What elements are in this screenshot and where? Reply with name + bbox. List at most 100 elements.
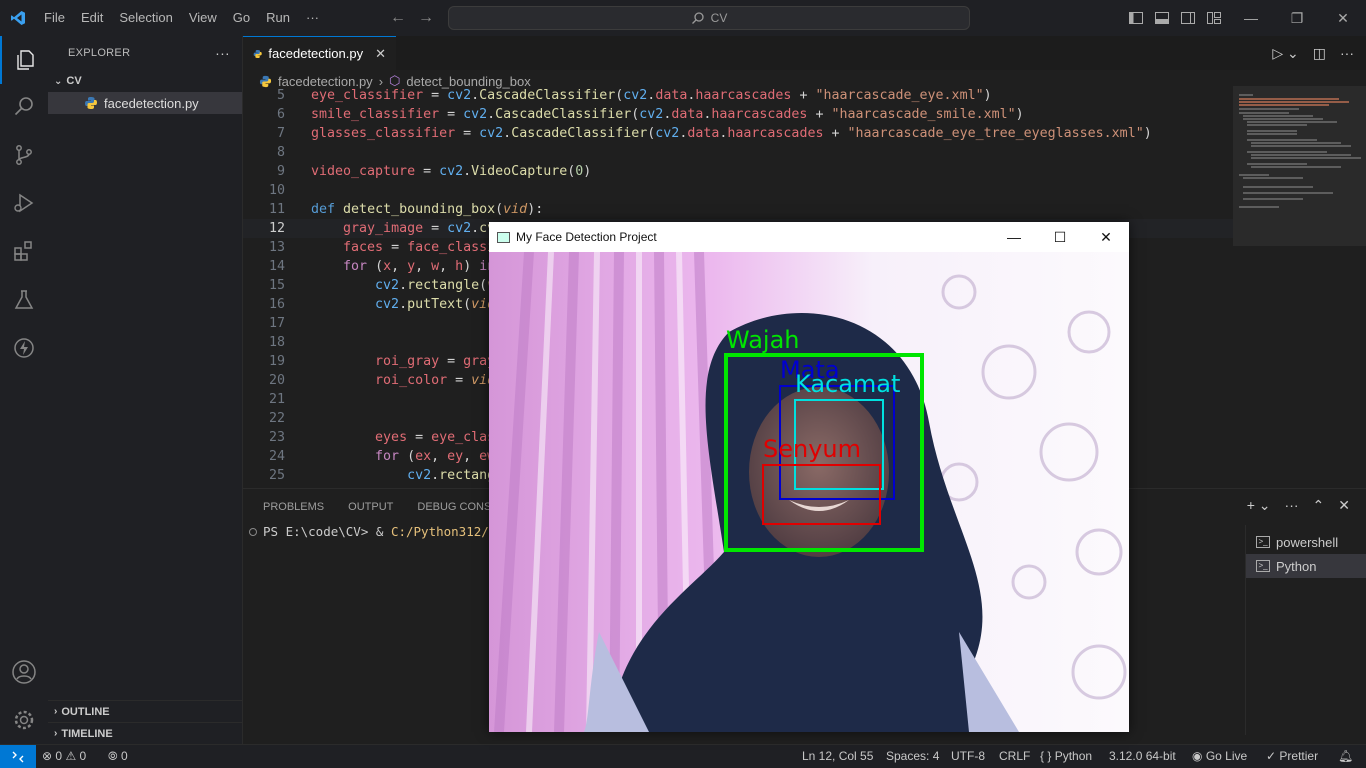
opencv-window-titlebar[interactable]: My Face Detection Project — ☐ ✕ bbox=[489, 222, 1129, 252]
terminal-powershell[interactable]: >_ powershell bbox=[1246, 530, 1366, 554]
opencv-window[interactable]: My Face Detection Project — ☐ ✕ Wajah Ma… bbox=[489, 222, 1129, 732]
tab-output[interactable]: OUTPUT bbox=[348, 501, 393, 513]
menu-file[interactable]: File bbox=[36, 0, 73, 36]
command-center-search[interactable]: CV bbox=[448, 6, 970, 30]
end-of-line[interactable]: CRLF bbox=[999, 745, 1030, 768]
code-line[interactable]: 8 bbox=[243, 143, 1233, 162]
restore-icon[interactable]: ❐ bbox=[1274, 0, 1320, 36]
toggle-secondary-sidebar-icon[interactable] bbox=[1180, 10, 1196, 26]
tab-problems[interactable]: PROBLEMS bbox=[263, 501, 324, 513]
terminal-icon: >_ bbox=[1256, 560, 1270, 572]
line-number: 6 bbox=[276, 107, 285, 122]
tab-facedetection[interactable]: facedetection.py ✕ bbox=[243, 36, 396, 70]
problems-status[interactable]: ⊗ 0 ⚠ 0 bbox=[42, 745, 86, 768]
line-text: smile_classifier = cv2.CascadeClassifier… bbox=[311, 107, 1024, 122]
indentation[interactable]: Spaces: 4 bbox=[886, 745, 939, 768]
cursor-position[interactable]: Ln 12, Col 55 bbox=[802, 745, 873, 768]
file-facedetection[interactable]: facedetection.py bbox=[48, 92, 242, 114]
close-window-icon[interactable]: ✕ bbox=[1320, 0, 1366, 36]
customize-layout-icon[interactable] bbox=[1206, 10, 1222, 26]
title-bar: File Edit Selection View Go Run ··· ← → … bbox=[0, 0, 1366, 36]
line-number: 9 bbox=[276, 164, 285, 179]
menu-edit[interactable]: Edit bbox=[73, 0, 111, 36]
remote-indicator-icon[interactable] bbox=[0, 745, 36, 768]
line-number: 25 bbox=[268, 468, 285, 483]
explorer-title: EXPLORER bbox=[68, 47, 131, 59]
warning-count: 0 bbox=[79, 749, 87, 763]
chevron-right-icon: › bbox=[54, 706, 58, 717]
chevron-right-icon: › bbox=[54, 728, 58, 739]
line-number: 12 bbox=[268, 221, 285, 236]
menu-go[interactable]: Go bbox=[225, 0, 258, 36]
extensions-icon[interactable] bbox=[0, 227, 48, 275]
line-number: 8 bbox=[276, 145, 285, 160]
terminal-prompt: PS E:\code\CV> & bbox=[263, 524, 391, 539]
go-live[interactable]: ◉ Go Live bbox=[1192, 745, 1247, 768]
forward-arrow-icon[interactable]: → bbox=[418, 0, 434, 36]
encoding[interactable]: UTF-8 bbox=[951, 745, 985, 768]
terminal-list: >_ powershell >_ Python bbox=[1245, 525, 1366, 735]
minimize-icon[interactable]: — bbox=[991, 222, 1037, 252]
settings-gear-icon[interactable] bbox=[0, 696, 48, 744]
folder-cv[interactable]: ⌄ CV bbox=[48, 70, 242, 92]
line-number: 20 bbox=[268, 373, 285, 388]
terminal-name: Python bbox=[1276, 558, 1317, 574]
lightning-icon[interactable] bbox=[0, 324, 48, 372]
language-mode[interactable]: { } Python bbox=[1040, 745, 1092, 768]
maximize-icon[interactable]: ☐ bbox=[1037, 222, 1083, 252]
close-panel-icon[interactable]: ✕ bbox=[1338, 497, 1350, 514]
account-icon[interactable] bbox=[0, 648, 48, 696]
close-tab-icon[interactable]: ✕ bbox=[375, 46, 386, 62]
ports-status[interactable]: ⦾ 0 bbox=[108, 745, 128, 768]
menu-selection[interactable]: Selection bbox=[111, 0, 180, 36]
minimap[interactable] bbox=[1233, 86, 1366, 488]
line-text: video_capture = cv2.VideoCapture(0) bbox=[311, 164, 592, 179]
search-view-icon[interactable] bbox=[0, 82, 48, 130]
back-arrow-icon[interactable]: ← bbox=[390, 0, 406, 36]
line-number: 10 bbox=[268, 183, 285, 198]
line-number: 22 bbox=[268, 411, 285, 426]
minimize-icon[interactable]: — bbox=[1228, 0, 1274, 36]
code-line[interactable]: 5 eye_classifier = cv2.CascadeClassifier(… bbox=[243, 86, 1233, 105]
timeline-section[interactable]: › TIMELINE bbox=[48, 722, 243, 744]
prettier[interactable]: ✓ Prettier bbox=[1266, 745, 1318, 768]
smile-label: Senyum bbox=[763, 435, 861, 463]
menu-run[interactable]: Run bbox=[258, 0, 298, 36]
maximize-panel-icon[interactable]: ⌃ bbox=[1313, 497, 1325, 514]
explorer-more-icon[interactable]: ··· bbox=[215, 45, 230, 61]
line-number: 24 bbox=[268, 449, 285, 464]
face-label: Wajah bbox=[726, 326, 800, 354]
close-icon[interactable]: ✕ bbox=[1083, 222, 1129, 252]
code-line[interactable]: 9 video_capture = cv2.VideoCapture(0) bbox=[243, 162, 1233, 181]
panel-more-icon[interactable]: ··· bbox=[1285, 497, 1299, 514]
source-control-icon[interactable] bbox=[0, 131, 48, 179]
testing-flask-icon[interactable] bbox=[0, 276, 48, 324]
error-count: 0 bbox=[55, 749, 63, 763]
menu-view[interactable]: View bbox=[181, 0, 225, 36]
toggle-panel-icon[interactable] bbox=[1154, 10, 1170, 26]
line-number: 21 bbox=[268, 392, 285, 407]
detection-overlay: Wajah Mata Kacamat Senyum bbox=[724, 326, 924, 552]
terminal-python[interactable]: >_ Python bbox=[1246, 554, 1366, 578]
split-editor-icon[interactable]: ◫ bbox=[1313, 45, 1326, 62]
notifications-bell-icon[interactable]: 🔔︎ bbox=[1338, 745, 1353, 768]
toggle-primary-sidebar-icon[interactable] bbox=[1128, 10, 1144, 26]
explorer-icon[interactable] bbox=[0, 36, 48, 84]
terminal-circle-icon bbox=[249, 527, 257, 536]
code-line[interactable]: 7 glasses_classifier = cv2.CascadeClassif… bbox=[243, 124, 1233, 143]
python-interpreter[interactable]: 3.12.0 64-bit bbox=[1109, 745, 1176, 768]
line-number: 13 bbox=[268, 240, 285, 255]
code-line[interactable]: 10 bbox=[243, 181, 1233, 200]
outline-section[interactable]: › OUTLINE bbox=[48, 700, 243, 722]
menu-more[interactable]: ··· bbox=[298, 0, 327, 36]
code-line[interactable]: 6 smile_classifier = cv2.CascadeClassifie… bbox=[243, 105, 1233, 124]
terminal-icon: >_ bbox=[1256, 536, 1270, 548]
check-icon: ✓ bbox=[1266, 749, 1277, 763]
run-debug-icon[interactable] bbox=[0, 179, 48, 227]
minimap-code-preview bbox=[1239, 94, 1361, 208]
new-terminal-icon[interactable]: + ⌄ bbox=[1247, 497, 1271, 514]
editor-more-icon[interactable]: ··· bbox=[1340, 45, 1354, 61]
search-icon bbox=[691, 12, 704, 24]
run-python-file-icon[interactable]: ▷ ⌄ bbox=[1272, 45, 1298, 62]
code-line[interactable]: 11 def detect_bounding_box(vid): bbox=[243, 200, 1233, 219]
